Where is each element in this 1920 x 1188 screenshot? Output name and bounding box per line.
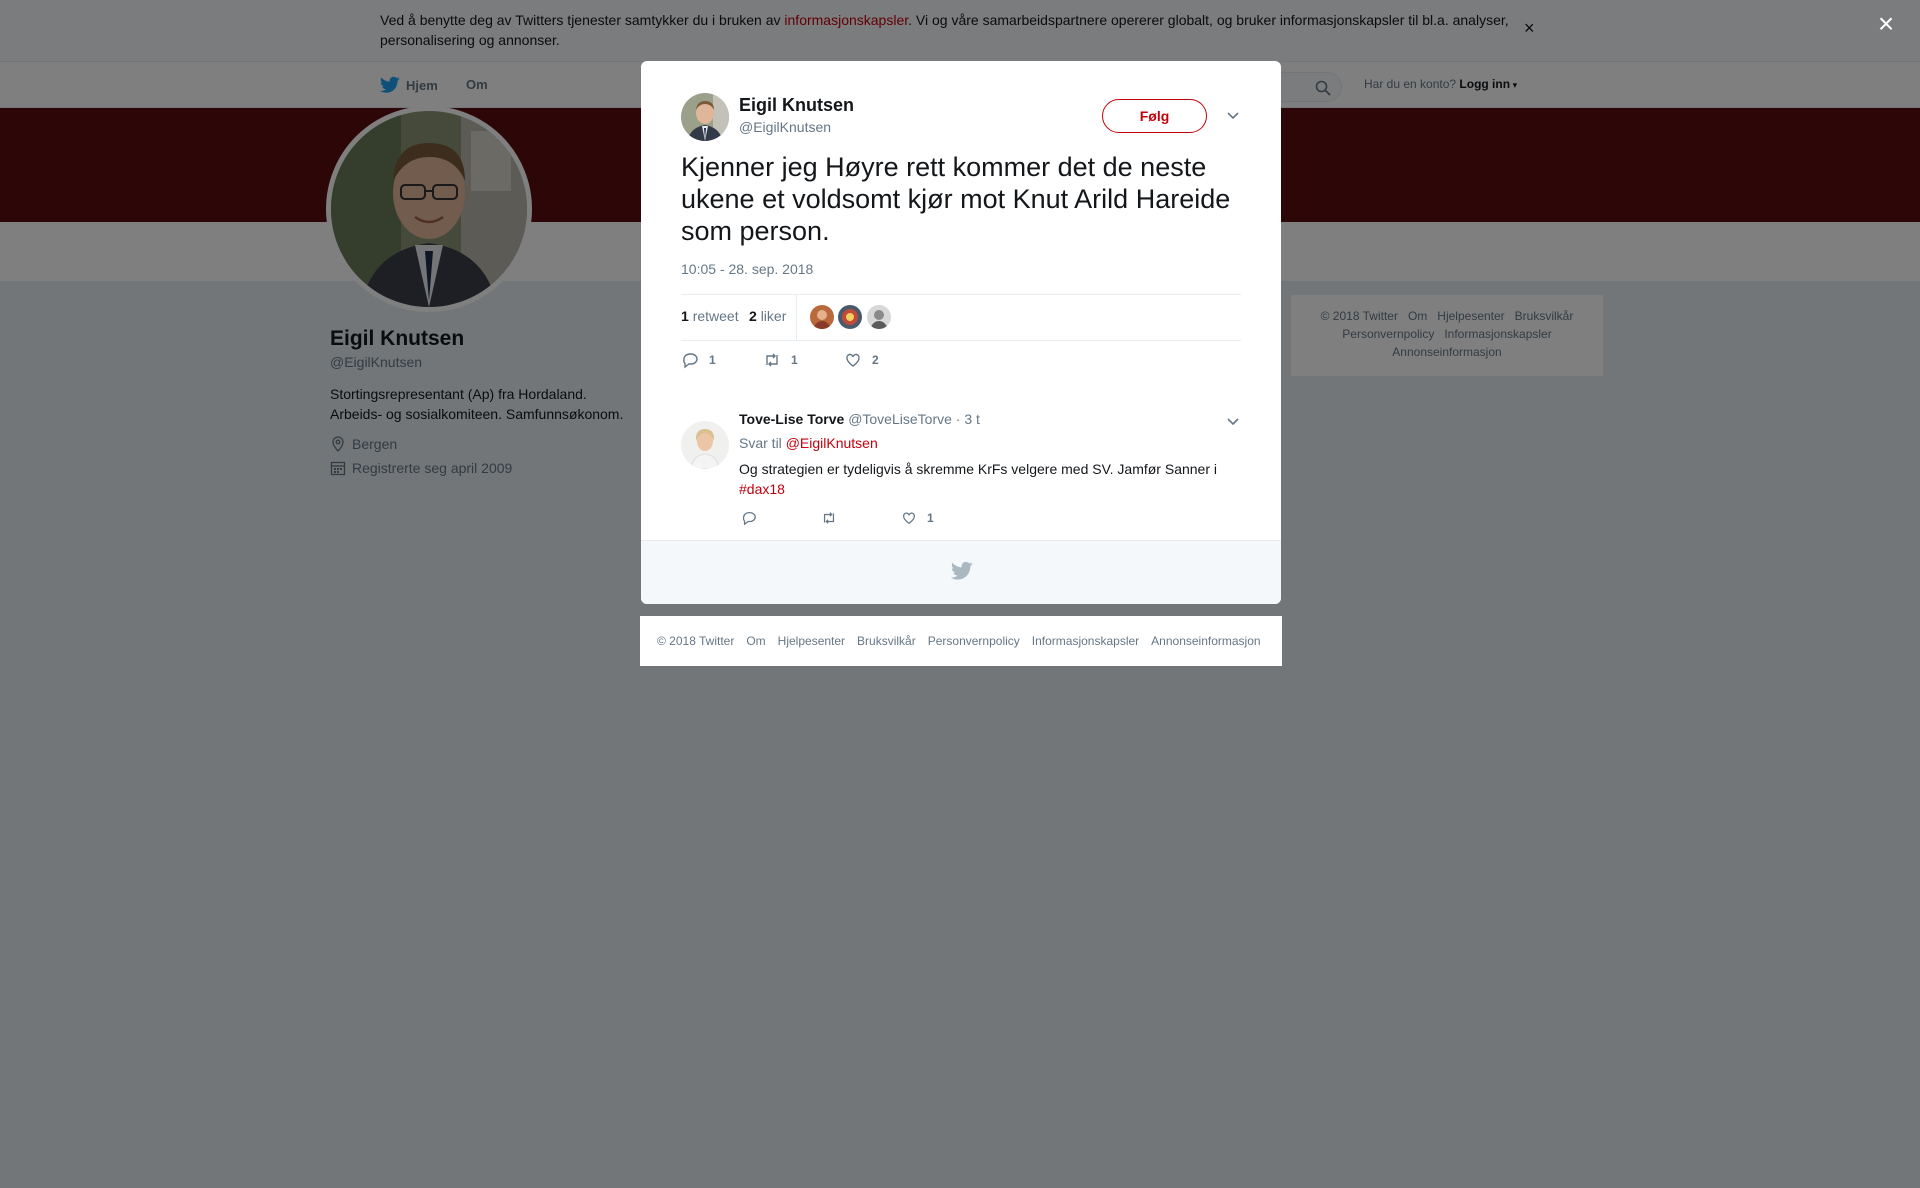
hashtag-link[interactable]: #dax18 [739, 481, 785, 497]
reply-to-mention[interactable]: @EigilKnutsen [786, 435, 878, 451]
retweet-button[interactable]: 1 [763, 351, 798, 369]
tweet-actions: 1 1 2 [681, 351, 1241, 375]
reply-reply-button[interactable] [741, 510, 757, 526]
reply-time[interactable]: · 3 t [956, 411, 980, 427]
twitter-bird-icon [951, 561, 973, 580]
tweet-permalink-modal: Eigil Knutsen @EigilKnutsen Følg Kjenner… [641, 61, 1281, 604]
liker-avatar[interactable] [810, 305, 834, 329]
reply-tweet[interactable]: Tove-Lise Torve @ToveLiseTorve · 3 t Sva… [681, 411, 1241, 539]
retweet-icon [766, 353, 778, 367]
stats-divider [796, 295, 797, 340]
like-stat-label: liker [760, 308, 787, 324]
reply-avatar[interactable] [681, 421, 729, 469]
retweet-stat[interactable]: 1 retweet [681, 308, 739, 324]
reply-photo [681, 421, 729, 469]
retweet-stat-label: retweet [692, 308, 739, 324]
reply-like-button[interactable]: 1 [901, 510, 934, 526]
reply-button[interactable]: 1 [681, 351, 716, 369]
reply-icon [742, 512, 756, 526]
reply-to-line: Svar til @EigilKnutsen [739, 435, 878, 451]
modal-overlay[interactable]: × Eigil Knutsen @EigilKnutsen Følg Kjenn… [0, 0, 1920, 1188]
reply-actions: 1 [739, 510, 1139, 530]
like-count: 2 [872, 353, 879, 367]
tweet-timestamp[interactable]: 10:05 - 28. sep. 2018 [681, 261, 813, 277]
modal-bottom-footer: © 2018 Twitter Om Hjelpesenter Bruksvilk… [640, 616, 1282, 666]
reply-text-body: Og strategien er tydeligvis å skremme Kr… [739, 461, 1217, 477]
reply-retweet-button[interactable] [821, 510, 837, 526]
retweet-stat-count: 1 [681, 308, 689, 324]
liker-avatar[interactable] [838, 305, 862, 329]
reply-to-prefix: Svar til [739, 435, 782, 451]
like-stat-count: 2 [749, 308, 757, 324]
like-button[interactable]: 2 [844, 351, 879, 369]
retweet-icon [823, 512, 835, 524]
footer-link-about[interactable]: Om [746, 634, 765, 648]
footer-link-help[interactable]: Hjelpesenter [778, 634, 845, 648]
follow-button[interactable]: Følg [1102, 99, 1207, 133]
chevron-down-icon[interactable] [1225, 413, 1241, 429]
footer-link-privacy[interactable]: Personvernpolicy [928, 634, 1020, 648]
reply-icon [683, 353, 698, 369]
reply-author-name[interactable]: Tove-Lise Torve [739, 411, 844, 427]
reply-like-count: 1 [927, 511, 934, 525]
reply-text: Og strategien er tydeligvis å skremme Kr… [739, 459, 1229, 499]
tweet-stats: 1 retweet 2 liker [681, 294, 1241, 341]
author-handle[interactable]: @EigilKnutsen [739, 119, 831, 135]
chevron-down-icon[interactable] [1225, 107, 1241, 123]
reply-count: 1 [709, 353, 716, 367]
reply-author-handle[interactable]: @ToveLiseTorve [848, 411, 952, 427]
author-photo [681, 93, 729, 141]
author-avatar[interactable] [681, 93, 729, 141]
footer-copyright: © 2018 Twitter [657, 634, 735, 648]
liker-avatar[interactable] [867, 305, 891, 329]
like-stat[interactable]: 2 liker [749, 308, 786, 324]
reply-header: Tove-Lise Torve @ToveLiseTorve · 3 t [739, 411, 980, 427]
retweet-count: 1 [791, 353, 798, 367]
footer-link-terms[interactable]: Bruksvilkår [857, 634, 916, 648]
footer-link-cookies[interactable]: Informasjonskapsler [1032, 634, 1139, 648]
close-icon[interactable]: × [1872, 10, 1900, 38]
footer-link-ads[interactable]: Annonseinformasjon [1151, 634, 1260, 648]
author-name[interactable]: Eigil Knutsen [739, 95, 854, 116]
modal-footer [641, 540, 1281, 604]
tweet-header: Eigil Knutsen @EigilKnutsen Følg [681, 93, 1241, 143]
heart-icon [903, 512, 915, 525]
heart-icon [846, 353, 860, 367]
tweet-text: Kjenner jeg Høyre rett kommer det de nes… [681, 152, 1231, 246]
